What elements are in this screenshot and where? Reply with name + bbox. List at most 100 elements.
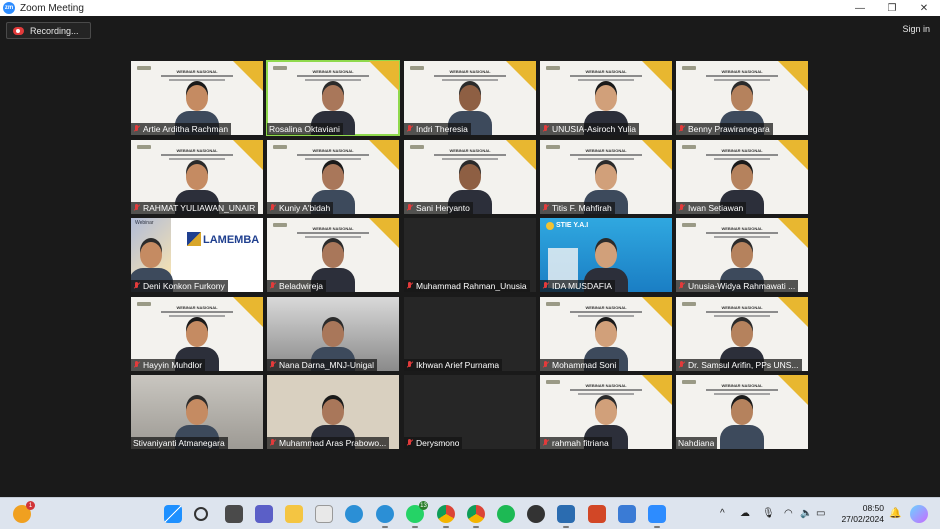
- participant-tile[interactable]: WEBINAR NASIONAL Beladwireja: [267, 218, 399, 292]
- participant-head: [140, 242, 162, 268]
- participant-tile[interactable]: Derysmono: [404, 375, 536, 449]
- clock-time: 08:50: [862, 503, 884, 513]
- participant-tile[interactable]: WEBINAR NASIONAL Nahdiana: [676, 375, 808, 449]
- participant-tile[interactable]: WEBINAR NASIONAL Titis F. Mahfirah: [540, 140, 672, 214]
- mic-muted-icon: [133, 361, 140, 369]
- participant-name: Unusia-Widya Rahmawati ...: [688, 281, 796, 291]
- participant-name: Titis F. Mahfirah: [552, 203, 612, 213]
- onedrive-icon[interactable]: ☁: [740, 508, 750, 519]
- participant-head: [186, 164, 208, 190]
- participant-tile[interactable]: Muhammad Rahman_Unusia: [404, 218, 536, 292]
- participant-head: [322, 399, 344, 425]
- participant-name-bar: Muhammad Aras Prabowo...: [267, 437, 390, 449]
- gallery-grid: WEBINAR NASIONAL Artie Arditha Rachman WEB…: [131, 60, 809, 450]
- notepad-icon[interactable]: [618, 505, 636, 523]
- participant-name-bar: Mohammad Soni: [540, 359, 620, 371]
- mic-muted-icon: [133, 282, 140, 290]
- participant-tile[interactable]: WEBINAR NASIONAL RAHMAT YULIAWAN_UNAIR: [131, 140, 263, 214]
- recording-indicator[interactable]: Recording...: [6, 22, 91, 39]
- spotify-icon[interactable]: [497, 505, 515, 523]
- participant-name-bar: Nahdiana: [676, 437, 718, 449]
- notification-bell-icon[interactable]: 🔔: [889, 508, 901, 519]
- participant-tile[interactable]: WEBINAR NASIONAL Sani Heryanto: [404, 140, 536, 214]
- wifi-icon[interactable]: ◠: [784, 508, 793, 519]
- participant-name: Muhammad Rahman_Unusia: [416, 281, 527, 291]
- participant-name-bar: Deni Konkon Furkony: [131, 280, 228, 292]
- participant-tile[interactable]: Muhammad Aras Prabowo...: [267, 375, 399, 449]
- battery-icon[interactable]: ▭: [816, 508, 825, 519]
- mic-muted-icon: [133, 125, 140, 133]
- participant-head: [186, 321, 208, 347]
- participant-head: [595, 321, 617, 347]
- participant-name: Stivaniyanti Atmanegara: [133, 438, 225, 448]
- minimize-button[interactable]: —: [844, 0, 876, 16]
- mic-muted-icon: [269, 439, 276, 447]
- store-icon[interactable]: [315, 505, 333, 523]
- participant-head: [731, 321, 753, 347]
- chevron-up-icon[interactable]: ^: [720, 508, 725, 519]
- participant-tile[interactable]: Stivaniyanti Atmanegara: [131, 375, 263, 449]
- task-view-icon[interactable]: [225, 505, 243, 523]
- mic-muted-icon: [678, 282, 685, 290]
- teams-chat-icon[interactable]: [255, 505, 273, 523]
- participant-tile[interactable]: STIE Y.A.I IDA MUSDAFIA: [540, 218, 672, 292]
- participant-tile[interactable]: WEBINAR NASIONAL Kuniy A'bidah: [267, 140, 399, 214]
- participant-head: [731, 85, 753, 111]
- window-title: Zoom Meeting: [20, 2, 84, 14]
- participant-name: Indri Theresia: [416, 124, 468, 134]
- participant-name-bar: Unusia-Widya Rahmawati ...: [676, 280, 799, 292]
- weather-widget-icon[interactable]: 1: [13, 501, 35, 523]
- participant-tile[interactable]: WEBINAR NASIONAL UNUSIA-Asiroch Yulia: [540, 61, 672, 135]
- participant-tile[interactable]: WEBINAR NASIONAL Unusia-Widya Rahmawati .…: [676, 218, 808, 292]
- participant-tile[interactable]: Webinar LAMEMBA Deni Konkon Furkony: [131, 218, 263, 292]
- search-icon[interactable]: [194, 507, 208, 521]
- participant-name: Iwan Setiawan: [688, 203, 744, 213]
- participant-tile[interactable]: WEBINAR NASIONAL Benny Prawiranegara: [676, 61, 808, 135]
- restore-button[interactable]: ❐: [876, 0, 908, 16]
- participant-tile[interactable]: WEBINAR NASIONAL Mohammad Soni: [540, 297, 672, 371]
- windows-start-icon[interactable]: [164, 505, 182, 523]
- participant-tile[interactable]: WEBINAR NASIONAL Dr. Samsul Arifin, PPs U…: [676, 297, 808, 371]
- microphone-icon[interactable]: 🎙: [762, 508, 775, 519]
- clock[interactable]: 08:50 27/02/2024: [841, 503, 884, 525]
- participant-tile[interactable]: WEBINAR NASIONAL Iwan Setiawan: [676, 140, 808, 214]
- participant-head: [322, 321, 344, 347]
- title-bar: zm Zoom Meeting — ❐ ✕: [0, 0, 940, 16]
- mic-muted-icon: [678, 361, 685, 369]
- participant-tile[interactable]: WEBINAR NASIONAL Indri Theresia: [404, 61, 536, 135]
- participant-tile[interactable]: Ikhwan Arief Purnama: [404, 297, 536, 371]
- close-button[interactable]: ✕: [908, 0, 940, 16]
- media-player-icon[interactable]: [527, 505, 545, 523]
- video-app-icon[interactable]: [557, 505, 575, 528]
- chrome-icon[interactable]: [437, 505, 455, 528]
- participant-name-bar: Muhammad Rahman_Unusia: [404, 280, 530, 292]
- participant-head: [459, 164, 481, 190]
- help-icon[interactable]: [376, 505, 394, 528]
- powerpoint-icon[interactable]: [588, 505, 606, 523]
- participant-name-bar: Stivaniyanti Atmanegara: [131, 437, 228, 449]
- copilot-icon[interactable]: [910, 505, 928, 523]
- volume-icon[interactable]: 🔈: [800, 508, 812, 519]
- clock-date: 27/02/2024: [841, 514, 884, 524]
- participant-name-bar: Hayyin Muhdlor: [131, 359, 206, 371]
- participant-tile[interactable]: WEBINAR NASIONAL Hayyin Muhdlor: [131, 297, 263, 371]
- zoom-taskbar-icon[interactable]: [648, 505, 666, 528]
- whatsapp-icon[interactable]: 13: [406, 501, 428, 528]
- participant-tile[interactable]: WEBINAR NASIONAL Rosalina Oktaviani: [266, 60, 400, 136]
- participant-tile[interactable]: WEBINAR NASIONAL Artie Arditha Rachman: [131, 61, 263, 135]
- participant-head: [595, 242, 617, 268]
- edge-browser-icon[interactable]: [345, 505, 363, 523]
- participant-name-bar: IDA MUSDAFIA: [540, 280, 615, 292]
- participant-tile[interactable]: Nana Darna_MNJ-Unigal: [267, 297, 399, 371]
- participant-name: RAHMAT YULIAWAN_UNAIR: [143, 203, 256, 213]
- mic-muted-icon: [542, 361, 549, 369]
- participant-name-bar: RAHMAT YULIAWAN_UNAIR: [131, 202, 259, 214]
- participant-name-bar: Benny Prawiranegara: [676, 123, 773, 135]
- chrome-profile-icon[interactable]: [467, 505, 485, 528]
- participant-name-bar: Rosalina Oktaviani: [267, 123, 343, 135]
- participant-tile[interactable]: WEBINAR NASIONAL rahmah fitriana: [540, 375, 672, 449]
- file-explorer-icon[interactable]: [285, 505, 303, 523]
- mic-muted-icon: [269, 282, 276, 290]
- sign-in-link[interactable]: Sign in: [902, 24, 930, 34]
- participant-head: [731, 399, 753, 425]
